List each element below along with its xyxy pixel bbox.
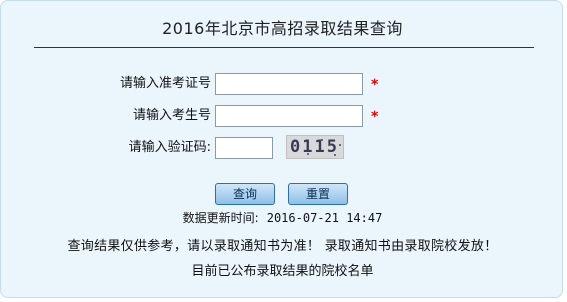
notice-text: 查询结果仅供参考，请以录取通知书为准！ 录取通知书由录取院校发放！ (67, 239, 498, 254)
update-time: 2016-07-21 14:47 (266, 211, 383, 225)
query-button[interactable]: 查询 (215, 183, 275, 205)
captcha-label: 请输入验证码: (128, 140, 211, 155)
admission-ticket-required-mark: * (371, 77, 379, 93)
update-label: 数据更新时间: (182, 211, 259, 225)
captcha-code: 0115 (290, 137, 339, 157)
captcha-input[interactable] (215, 137, 273, 159)
exam-number-input[interactable] (215, 105, 363, 127)
reset-button[interactable]: 重置 (288, 183, 348, 205)
exam-number-required-mark: * (371, 109, 379, 125)
admission-ticket-label: 请输入准考证号 (119, 76, 211, 91)
captcha-image[interactable]: 0115 (286, 135, 344, 159)
admission-ticket-input[interactable] (215, 73, 363, 95)
query-panel: 2016年北京市高招录取结果查询 请输入准考证号 * 请输入考生号 * 请输入验… (0, 0, 563, 298)
title-divider (34, 47, 534, 48)
exam-number-label: 请输入考生号 (132, 108, 211, 123)
school-list-link[interactable]: 目前已公布录取结果的院校名单 (1, 260, 564, 279)
page-title: 2016年北京市高招录取结果查询 (162, 19, 403, 38)
update-info: 数据更新时间: 2016-07-21 14:47 (1, 209, 564, 226)
